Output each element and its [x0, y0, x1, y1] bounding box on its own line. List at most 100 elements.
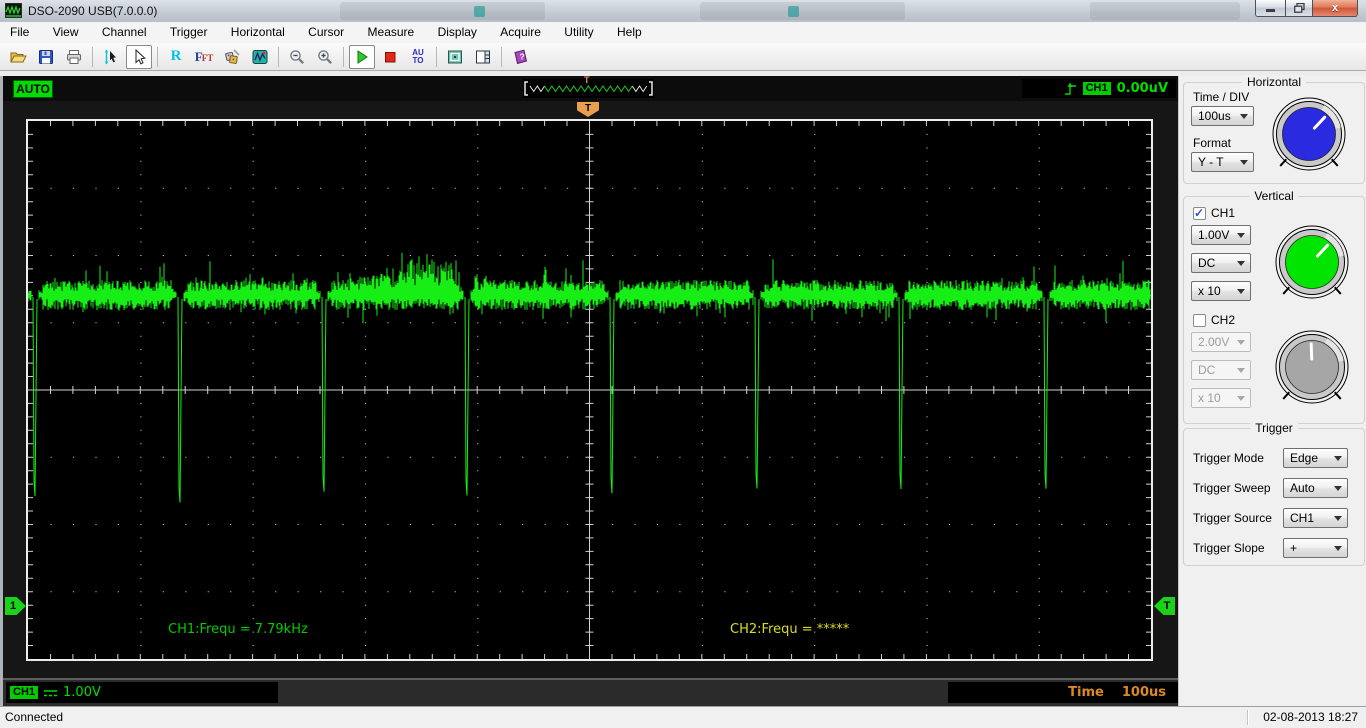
- trigger-level-readout: CH1 0.00uV: [1022, 79, 1176, 98]
- toolbar: R FFT AU TO ?: [0, 43, 1366, 71]
- timediv-label: Time / DIV: [1193, 90, 1250, 104]
- menu-utility[interactable]: Utility: [554, 22, 603, 43]
- toolbar-separator: [436, 46, 437, 67]
- help-book-icon: ?: [513, 49, 527, 64]
- trigger-source-select[interactable]: CH1: [1283, 508, 1348, 528]
- play-icon: [357, 49, 368, 64]
- menu-channel[interactable]: Channel: [92, 22, 157, 43]
- close-button[interactable]: x: [1313, 0, 1358, 17]
- minimize-icon: [1266, 9, 1275, 12]
- r-icon: R: [170, 48, 182, 64]
- print-button[interactable]: [61, 45, 87, 69]
- menu-cursor[interactable]: Cursor: [298, 22, 354, 43]
- datetime: 02-08-2013 18:27: [1263, 710, 1358, 724]
- scope-bottom-strip: CH1 1.00V Time 100us: [3, 678, 1178, 706]
- preview-trigger-marker[interactable]: T: [584, 75, 590, 85]
- fft-button[interactable]: FFT: [191, 45, 217, 69]
- autoset-icon: AU TO: [412, 47, 424, 65]
- trigger-sweep-select[interactable]: Auto: [1283, 478, 1348, 498]
- scope-area: AUTO T CH1 0.00uV CH1:Frequ = 7.79kHz CH…: [0, 75, 1178, 706]
- printer-icon: [67, 49, 81, 64]
- refresh-button[interactable]: R: [163, 45, 189, 69]
- menu-display[interactable]: Display: [428, 22, 487, 43]
- trigger-position-marker[interactable]: T: [577, 102, 599, 117]
- trigger-mode-label: Trigger Mode: [1193, 451, 1264, 465]
- stop-icon: [385, 51, 396, 62]
- ch2-coupling-select: DC: [1191, 360, 1251, 380]
- menu-acquire[interactable]: Acquire: [490, 22, 551, 43]
- start-button[interactable]: [349, 44, 375, 69]
- ch2-volts-select: 2.00V: [1191, 332, 1251, 352]
- ch1-checkbox[interactable]: [1193, 206, 1206, 220]
- ch1-coupling-select[interactable]: DC: [1191, 253, 1251, 273]
- background-tab: [1090, 2, 1240, 20]
- time-label: Time: [1068, 685, 1104, 700]
- waveform-display-button[interactable]: [247, 45, 273, 69]
- autoset-button[interactable]: AU TO: [405, 45, 431, 69]
- window-title: DSO-2090 USB(7.0.0.0): [28, 4, 158, 18]
- toolbar-separator: [501, 46, 502, 67]
- ch2-vertical-knob[interactable]: [1270, 325, 1354, 409]
- trigger-level-value: 0.00uV: [1116, 81, 1168, 96]
- ch1-volts-per-div: 1.00V: [63, 685, 101, 700]
- control-panel: Horizontal Time / DIV 100us Format Y - T…: [1178, 75, 1366, 706]
- window-edge: [0, 76, 3, 706]
- ch1-scale-readout: CH1 1.00V: [6, 682, 278, 703]
- save-icon: [39, 49, 53, 64]
- background-tab: [700, 2, 905, 20]
- ch1-ground-marker[interactable]: 1: [5, 597, 26, 615]
- cursor-measure-button[interactable]: [98, 45, 124, 69]
- connection-status: Connected: [5, 710, 64, 724]
- trigger-level-marker[interactable]: T: [1154, 597, 1175, 615]
- toolbar-separator: [157, 46, 158, 67]
- open-file-button[interactable]: [5, 45, 31, 69]
- calibration-button[interactable]: [219, 45, 245, 69]
- horizontal-knob[interactable]: [1267, 92, 1351, 176]
- menu-trigger[interactable]: Trigger: [160, 22, 218, 43]
- menu-horizontal[interactable]: Horizontal: [221, 22, 295, 43]
- restore-icon: [1293, 3, 1305, 13]
- ch1-frequency-label: CH1:Frequ = 7.79kHz: [168, 622, 308, 637]
- trigger-mode-select[interactable]: Edge: [1283, 448, 1348, 468]
- ch1-vertical-knob[interactable]: [1270, 220, 1354, 304]
- cursor-measure-icon: [104, 49, 116, 64]
- background-tab-icon: [788, 6, 799, 17]
- menu-file[interactable]: File: [0, 22, 39, 43]
- help-button[interactable]: ?: [507, 45, 533, 69]
- vertical-group: Vertical CH1 1.00V DC x 10 CH2 2.00V DC …: [1183, 189, 1365, 424]
- fullscreen-button[interactable]: [442, 45, 468, 69]
- ch2-checkbox[interactable]: [1193, 314, 1206, 327]
- rising-edge-icon: [1064, 82, 1076, 95]
- zoom-out-icon: [290, 49, 305, 64]
- ch1-volts-select[interactable]: 1.00V: [1191, 225, 1251, 245]
- format-label: Format: [1193, 136, 1232, 150]
- pointer-icon: [135, 48, 146, 64]
- timediv-select[interactable]: 100us: [1191, 106, 1254, 126]
- calibration-icon: [225, 48, 240, 64]
- zoom-in-button[interactable]: [312, 45, 338, 69]
- menu-view[interactable]: View: [43, 22, 89, 43]
- trigger-sweep-label: Trigger Sweep: [1193, 481, 1271, 495]
- minimize-button[interactable]: [1255, 0, 1285, 17]
- scope-display: CH1:Frequ = 7.79kHz CH2:Frequ = *****: [26, 119, 1153, 661]
- restore-button[interactable]: [1285, 0, 1313, 17]
- ch1-probe-select[interactable]: x 10: [1191, 281, 1251, 301]
- trigger-slope-label: Trigger Slope: [1193, 541, 1265, 555]
- time-per-div: 100us: [1121, 685, 1166, 700]
- toolbar-separator: [92, 46, 93, 67]
- menu-measure[interactable]: Measure: [358, 22, 425, 43]
- trigger-slope-select[interactable]: +: [1283, 538, 1348, 558]
- ch2-probe-select: x 10: [1191, 388, 1251, 408]
- pointer-tool-button[interactable]: [126, 44, 152, 69]
- stop-button[interactable]: [377, 45, 403, 69]
- save-button[interactable]: [33, 45, 59, 69]
- status-bar: Connected 02-08-2013 18:27: [0, 706, 1366, 728]
- zoom-out-button[interactable]: [284, 45, 310, 69]
- format-select[interactable]: Y - T: [1191, 152, 1254, 172]
- title-bar: DSO-2090 USB(7.0.0.0) x: [0, 0, 1366, 23]
- toolbar-separator: [278, 46, 279, 67]
- zoom-in-icon: [318, 49, 333, 64]
- ch1-checkbox-label: CH1: [1211, 206, 1236, 220]
- menu-help[interactable]: Help: [607, 22, 652, 43]
- panel-layout-button[interactable]: [470, 45, 496, 69]
